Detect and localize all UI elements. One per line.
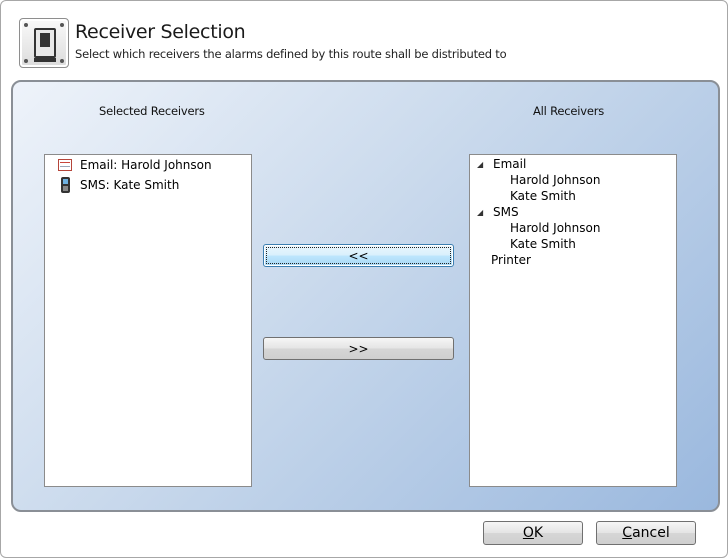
tree-leaf[interactable]: Harold Johnson [510,172,600,188]
cancel-button[interactable]: Cancel [596,521,696,545]
mobile-phone-icon [57,176,74,194]
expand-toggle-icon[interactable]: ◢ [477,208,485,217]
list-item-label: SMS: Kate Smith [80,178,180,192]
receiver-panel: Selected Receivers All Receivers Email: … [11,80,720,512]
all-receivers-heading: All Receivers [533,104,605,118]
list-item-label: Email: Harold Johnson [80,158,212,172]
expand-toggle-icon[interactable]: ◢ [477,160,485,169]
list-item[interactable]: Email: Harold Johnson [57,156,212,174]
dialog-title: Receiver Selection [75,21,246,43]
selected-receivers-heading: Selected Receivers [99,104,205,118]
email-icon [57,157,74,174]
ok-button[interactable]: OK [483,521,583,545]
switch-plate-icon [19,18,69,68]
receiver-selection-dialog: Receiver Selection Select which receiver… [0,0,728,558]
list-item[interactable]: SMS: Kate Smith [57,176,179,194]
remove-from-selected-button[interactable]: >> [263,337,454,360]
tree-node-printer[interactable]: Printer [491,252,531,268]
selected-receivers-list[interactable]: Email: Harold Johnson SMS: Kate Smith [44,154,252,487]
tree-leaf[interactable]: Kate Smith [510,188,576,204]
tree-node-email[interactable]: ◢ Email [477,156,526,172]
tree-leaf[interactable]: Harold Johnson [510,220,600,236]
tree-node-sms[interactable]: ◢ SMS [477,204,519,220]
dialog-subtitle: Select which receivers the alarms define… [75,47,507,61]
tree-leaf[interactable]: Kate Smith [510,236,576,252]
add-to-selected-button[interactable]: << [263,244,454,267]
all-receivers-tree[interactable]: ◢ Email Harold Johnson Kate Smith ◢ SMS … [469,154,677,487]
